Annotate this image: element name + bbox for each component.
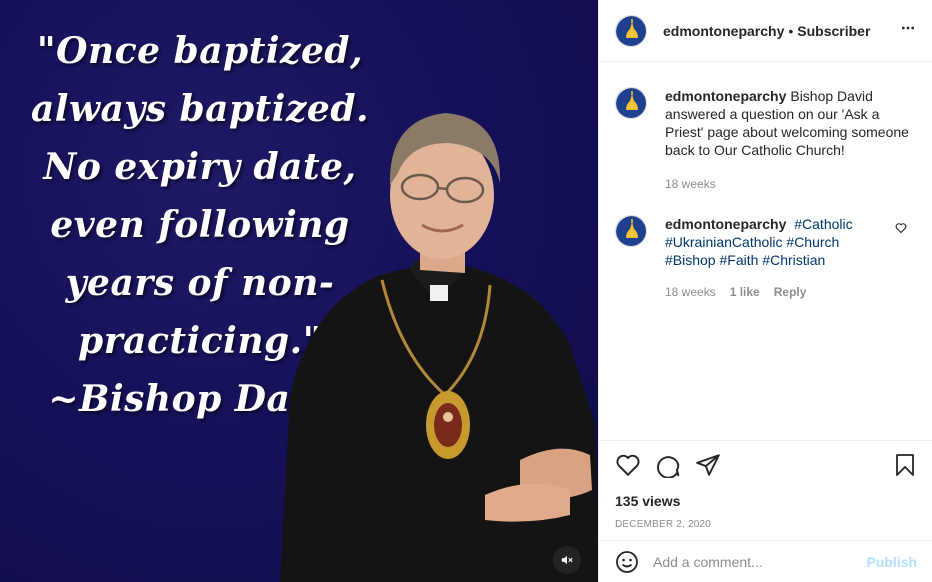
caption-username[interactable]: edmontoneparchy: [665, 88, 786, 104]
subscriber-label[interactable]: Subscriber: [797, 23, 870, 39]
bookmark-icon: [896, 454, 914, 476]
speaker-muted-icon: [561, 555, 573, 565]
like-button[interactable]: [615, 452, 641, 478]
avatar[interactable]: [615, 14, 647, 47]
caption: edmontoneparchy Bishop David answered a q…: [615, 87, 917, 193]
comment-input[interactable]: [653, 553, 853, 570]
post-actions: 135 views DECEMBER 2, 2020: [599, 440, 932, 540]
avatar[interactable]: [615, 215, 647, 247]
like-comment-button[interactable]: [895, 221, 907, 239]
emoji-button[interactable]: [615, 550, 639, 574]
separator-dot: •: [788, 22, 794, 39]
comments-list[interactable]: edmontoneparchy Bishop David answered a q…: [599, 63, 932, 440]
eparchy-logo-icon: [616, 15, 646, 46]
post-side-panel: edmontoneparchy • Subscriber edmontonepa…: [598, 0, 932, 582]
comment-bubble-icon: [657, 456, 680, 478]
comment-time[interactable]: 18 weeks: [665, 283, 716, 301]
post-header: edmontoneparchy • Subscriber: [599, 0, 932, 62]
eparchy-logo-icon: [616, 88, 646, 118]
bishop-photo: [280, 113, 598, 582]
comment-username[interactable]: edmontoneparchy: [665, 216, 786, 232]
publish-button[interactable]: Publish: [866, 554, 917, 570]
hashtag-link[interactable]: #Church: [786, 234, 839, 250]
hashtag-link[interactable]: #Faith: [719, 252, 758, 268]
comment-likes[interactable]: 1 like: [730, 283, 760, 301]
hashtag-link[interactable]: #Catholic: [794, 216, 852, 232]
post-date[interactable]: DECEMBER 2, 2020: [615, 519, 917, 530]
list-item: edmontoneparchy #Catholic #UkrainianCath…: [615, 215, 917, 301]
smiley-icon: [616, 550, 638, 573]
hashtag-link[interactable]: #Bishop: [665, 252, 716, 268]
paper-plane-icon: [696, 454, 720, 476]
post-media[interactable]: "Once baptized, always baptized. No expi…: [0, 0, 598, 582]
eparchy-logo-icon: [616, 216, 646, 246]
reply-button[interactable]: Reply: [774, 283, 807, 301]
avatar[interactable]: [615, 87, 647, 119]
heart-icon: [616, 454, 640, 477]
heart-icon: [895, 223, 907, 234]
add-comment-bar: Publish: [599, 540, 932, 582]
hashtag-link[interactable]: #UkrainianCatholic: [665, 234, 783, 250]
header-username[interactable]: edmontoneparchy: [663, 23, 784, 39]
comment-button[interactable]: [655, 452, 681, 478]
share-button[interactable]: [695, 452, 721, 478]
save-button[interactable]: [893, 452, 917, 478]
more-options-button[interactable]: [900, 20, 916, 41]
more-dots-icon: [902, 26, 914, 30]
caption-time[interactable]: 18 weeks: [665, 175, 716, 193]
mute-button[interactable]: [553, 546, 581, 574]
quote-line: "Once baptized,: [36, 30, 364, 72]
view-count[interactable]: 135 views: [615, 493, 917, 509]
hashtag-link[interactable]: #Christian: [762, 252, 825, 268]
